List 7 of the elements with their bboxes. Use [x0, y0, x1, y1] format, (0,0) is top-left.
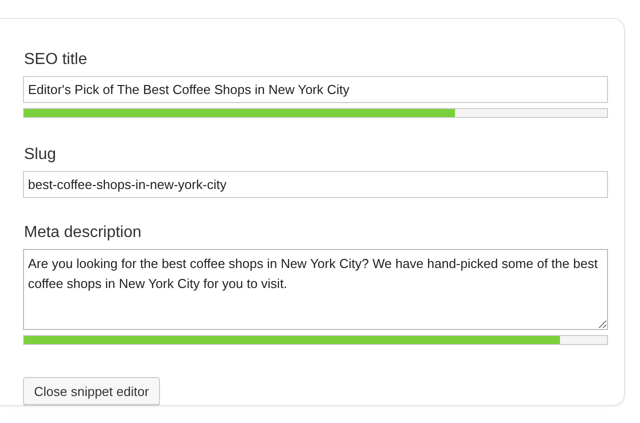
text-field[interactable]: Editor's Pick of The Best Coffee Shops in New York City: [23, 76, 608, 103]
field-label: Slug: [24, 146, 58, 164]
meta-description-field[interactable]: Are you looking for the best coffee shops in New York City? We have hand-picked some of the best coffee shops in New York City for you to visit.: [23, 249, 608, 330]
field-label: Meta description: [24, 224, 142, 242]
close-snippet-editor-button[interactable]: Close snippet editor: [23, 377, 160, 405]
field-label: SEO title: [24, 51, 88, 69]
text-field[interactable]: best-coffee-shops-in-new-york-city: [23, 171, 608, 198]
